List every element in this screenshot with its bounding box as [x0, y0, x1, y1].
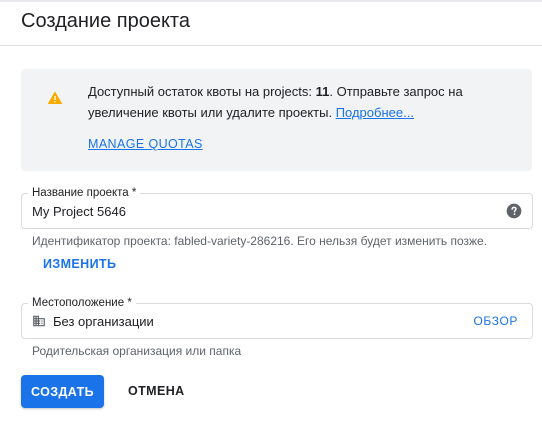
project-name-input[interactable]: [32, 194, 492, 228]
help-icon[interactable]: [506, 203, 522, 219]
location-label: Местоположение *: [28, 296, 136, 310]
quota-text-before: Доступный остаток квоты на projects:: [88, 84, 316, 99]
create-button[interactable]: СОЗДАТЬ: [21, 375, 104, 408]
edit-project-id-button[interactable]: ИЗМЕНИТЬ: [43, 257, 116, 271]
learn-more-link[interactable]: Подробнее...: [336, 105, 414, 120]
dialog-title: Создание проекта: [21, 10, 190, 32]
warning-icon: [47, 91, 63, 104]
quota-message: Доступный остаток квоты на projects: 11.…: [88, 81, 518, 123]
organization-icon: [33, 315, 45, 327]
top-edge: [0, 0, 542, 2]
quota-notice: Доступный остаток квоты на projects: 11.…: [21, 69, 532, 171]
browse-button[interactable]: ОБЗОР: [473, 314, 518, 328]
project-name-field: Название проекта *: [21, 186, 533, 229]
location-field[interactable]: Местоположение * Без организации ОБЗОР: [21, 296, 533, 339]
project-id-hint: Идентификатор проекта: fabled-variety-28…: [32, 234, 488, 248]
manage-quotas-link[interactable]: MANAGE QUOTAS: [88, 137, 203, 151]
location-value: Без организации: [53, 314, 154, 329]
header-divider: [0, 45, 542, 46]
location-hint: Родительская организация или папка: [32, 344, 242, 358]
cancel-button[interactable]: ОТМЕНА: [128, 384, 185, 398]
quota-count: 11: [315, 84, 330, 99]
